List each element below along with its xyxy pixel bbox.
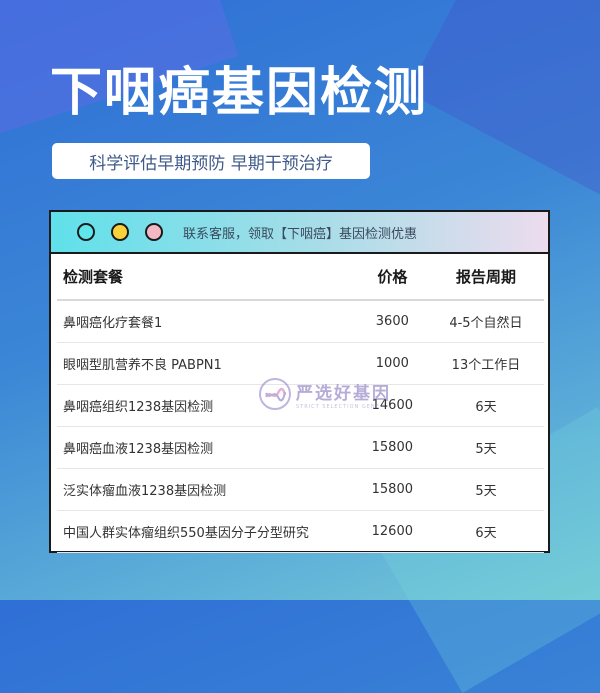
contact-notice: 联系客服，领取【下咽癌】基因检测优惠 bbox=[183, 226, 418, 242]
subtitle-text: 科学评估早期预防 早期干预治疗 bbox=[89, 153, 333, 174]
report-period: 4-5个自然日 bbox=[427, 300, 544, 343]
header-package: 检测套餐 bbox=[57, 254, 357, 301]
table-row: 鼻咽癌血液1238基因检测 15800 5天 bbox=[57, 426, 544, 469]
table-row: 鼻咽癌组织1238基因检测 14600 6天 bbox=[57, 384, 544, 427]
table-row: 泛实体瘤血液1238基因检测 15800 5天 bbox=[57, 468, 544, 511]
package-price: 3600 bbox=[356, 300, 428, 343]
background-shape bbox=[407, 0, 600, 205]
price-table: 检测套餐 价格 报告周期 鼻咽癌化疗套餐1 3600 4-5个自然日 眼咽型肌营… bbox=[57, 254, 544, 553]
subtitle-banner: 科学评估早期预防 早期干预治疗 bbox=[52, 143, 370, 179]
page-title: 下咽癌基因检测 bbox=[50, 63, 429, 123]
report-period: 6天 bbox=[427, 510, 544, 553]
package-price: 15800 bbox=[356, 468, 428, 511]
package-name: 鼻咽癌血液1238基因检测 bbox=[57, 426, 357, 469]
card-header-bar: 联系客服，领取【下咽癌】基因检测优惠 bbox=[51, 212, 548, 254]
pink-dot-icon bbox=[145, 223, 163, 241]
cyan-dot-icon bbox=[77, 223, 95, 241]
table-row: 鼻咽癌化疗套餐1 3600 4-5个自然日 bbox=[57, 300, 544, 343]
package-name: 鼻咽癌化疗套餐1 bbox=[57, 300, 357, 343]
report-period: 5天 bbox=[427, 468, 544, 511]
report-period: 6天 bbox=[427, 384, 544, 427]
package-name: 鼻咽癌组织1238基因检测 bbox=[57, 384, 357, 427]
report-period: 5天 bbox=[427, 426, 544, 469]
table-row: 中国人群实体瘤组织550基因分子分型研究 12600 6天 bbox=[57, 510, 544, 553]
header-price: 价格 bbox=[356, 254, 428, 301]
table-header-row: 检测套餐 价格 报告周期 bbox=[57, 254, 544, 301]
package-name: 中国人群实体瘤组织550基因分子分型研究 bbox=[57, 510, 357, 553]
package-price: 12600 bbox=[356, 510, 428, 553]
yellow-dot-icon bbox=[111, 223, 129, 241]
table-row: 眼咽型肌营养不良 PABPN1 1000 13个工作日 bbox=[57, 342, 544, 385]
package-name: 泛实体瘤血液1238基因检测 bbox=[57, 468, 357, 511]
header-period: 报告周期 bbox=[427, 254, 544, 301]
package-price: 15800 bbox=[356, 426, 428, 469]
package-name: 眼咽型肌营养不良 PABPN1 bbox=[57, 342, 357, 385]
price-card: 联系客服，领取【下咽癌】基因检测优惠 检测套餐 价格 报告周期 鼻咽癌化疗套餐1… bbox=[49, 210, 550, 553]
report-period: 13个工作日 bbox=[427, 342, 544, 385]
package-price: 1000 bbox=[356, 342, 428, 385]
package-price: 14600 bbox=[356, 384, 428, 427]
